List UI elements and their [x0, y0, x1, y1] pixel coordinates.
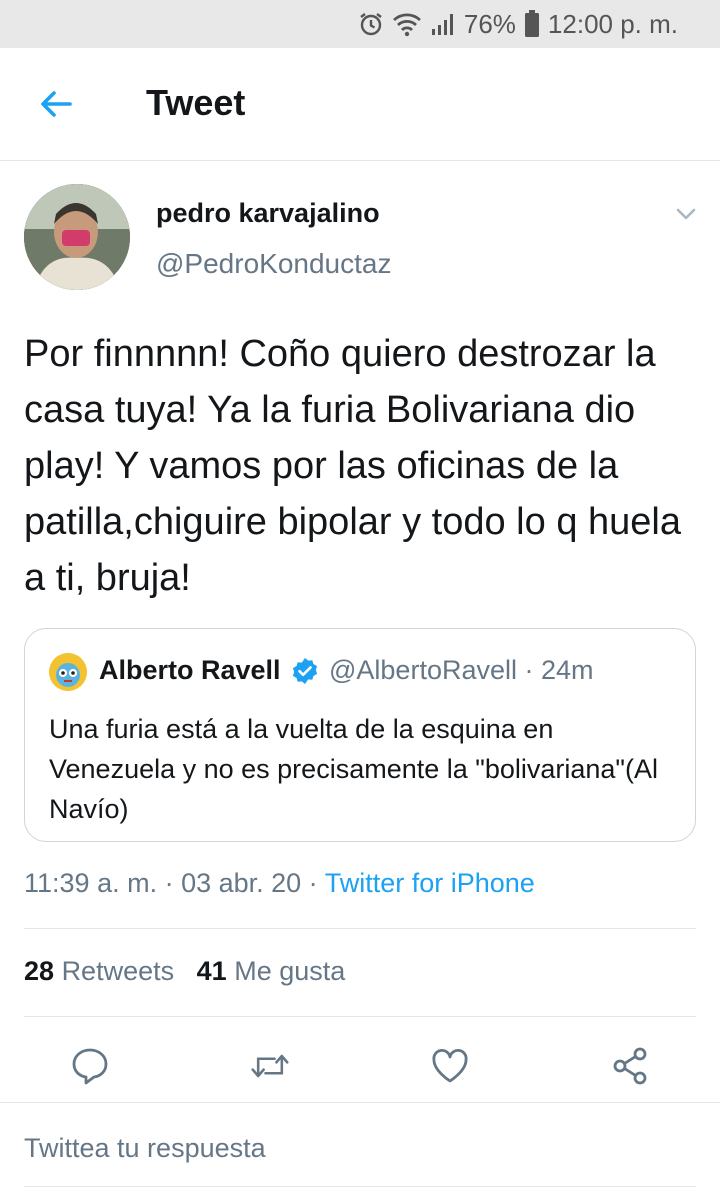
battery-percent: 76% — [463, 8, 516, 39]
author-avatar[interactable] — [24, 184, 130, 290]
likes-stat[interactable]: 41 Me gusta — [197, 956, 346, 986]
author-handle[interactable]: @PedroKonductaz — [156, 248, 391, 280]
share-button[interactable] — [610, 1046, 650, 1086]
status-bar: 76% 12:00 p. m. — [0, 0, 720, 48]
reply-icon — [72, 1048, 108, 1085]
divider — [24, 928, 696, 929]
likes-count: 41 — [196, 956, 227, 986]
battery-icon — [524, 10, 539, 37]
tweet-source-link[interactable]: Twitter for iPhone — [325, 868, 535, 898]
quote-text: Una furia está a la vuelta de la esquina… — [49, 714, 659, 824]
reply-button[interactable] — [70, 1046, 110, 1086]
alarm-icon — [360, 13, 382, 36]
likes-label: Me gusta — [234, 956, 346, 986]
wifi-icon — [392, 13, 421, 37]
author-name[interactable]: pedro karvajalino — [156, 198, 380, 229]
reply-input[interactable]: Twittea tu respuesta — [24, 1133, 696, 1187]
arrow-left-icon — [41, 91, 72, 117]
avatar-logo — [49, 653, 87, 691]
tweet-text: Por finnnnn! Coño quiero destrozar la ca… — [24, 333, 681, 599]
verified-badge-icon — [291, 657, 319, 685]
retweet-icon — [251, 1054, 289, 1078]
retweets-stat[interactable]: 28 Retweets — [24, 956, 174, 986]
reply-composer: Twittea tu respuesta — [0, 1102, 720, 1197]
quoted-tweet[interactable]: Alberto Ravell @AlbertoRavell · 24m Una … — [24, 628, 696, 842]
page-title: Tweet — [146, 82, 246, 123]
signal-icon — [431, 14, 453, 35]
retweets-count: 28 — [24, 956, 55, 986]
tweet-stats: 28 Retweets 41 Me gusta — [24, 956, 345, 987]
retweet-button[interactable] — [250, 1046, 290, 1086]
quote-author-meta: @AlbertoRavell · 24m — [329, 655, 594, 685]
back-button[interactable] — [30, 78, 82, 130]
like-button[interactable] — [430, 1046, 470, 1086]
avatar-photo — [24, 184, 130, 290]
chevron-down-icon — [676, 208, 696, 220]
quote-author-name: Alberto Ravell — [99, 655, 281, 685]
retweets-label: Retweets — [61, 956, 175, 986]
quote-author-avatar — [49, 653, 87, 691]
status-time: 12:00 p. m. — [547, 8, 678, 39]
tweet-options-button[interactable] — [672, 200, 700, 228]
app-header: Tweet — [0, 48, 720, 161]
tweet-meta: 11:39 a. m. · 03 abr. 20 · Twitter for i… — [24, 868, 535, 899]
tweet-timestamp: 11:39 a. m. · 03 abr. 20 · — [24, 868, 325, 898]
divider — [24, 1016, 696, 1017]
share-icon — [613, 1047, 647, 1085]
heart-icon — [432, 1048, 468, 1083]
